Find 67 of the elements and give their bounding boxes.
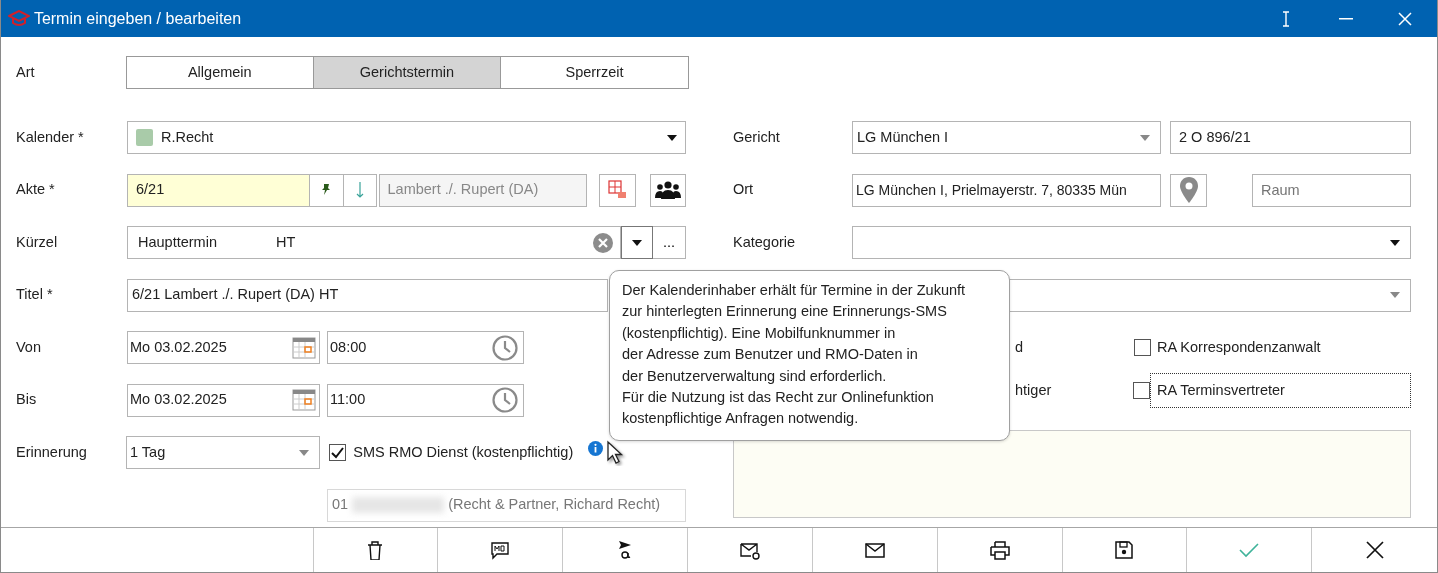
calendar-icon[interactable]: [292, 336, 316, 359]
map-pin-icon: [1178, 176, 1199, 204]
location-field[interactable]: LG München I, Prielmayerstr. 7, 80335 Mün: [852, 173, 1161, 207]
calendar-icon[interactable]: [292, 389, 316, 411]
checkbox-label[interactable]: RA Korrespondenzanwalt: [1157, 336, 1321, 359]
app-icon: [8, 9, 31, 28]
room-field[interactable]: Raum: [1252, 173, 1411, 207]
window-title: Termin eingeben / bearbeiten: [33, 8, 243, 29]
checkbox[interactable]: [1133, 382, 1151, 399]
field-label: Kürzel: [16, 232, 59, 252]
envelope-at-icon: [739, 540, 760, 561]
court-select[interactable]: LG München I: [852, 121, 1161, 154]
dropdown-caret-icon: [632, 239, 643, 246]
field-label: Kategorie: [733, 232, 797, 252]
time-field[interactable]: 08:00: [327, 331, 524, 364]
down-arrow-icon: [355, 182, 364, 198]
field-label: Akte *: [16, 180, 56, 200]
file-number-field[interactable]: 6/21: [127, 173, 310, 207]
envelope-icon: [864, 540, 885, 561]
minimize-icon[interactable]: [1338, 17, 1353, 20]
grid-icon: [606, 180, 629, 200]
field-label: Bis: [16, 390, 38, 410]
field-label: Erinnerung: [16, 442, 88, 462]
info-tooltip: Der Kalenderinhaber erhält für Termine in der Zukunft zur hinterlegten Erinnerung eine Erinnerungs-SMS (kostenpflichtig). Eine Mobilfunknummer in der Adresse zum Benutzer und RMO-Daten in der Benutzerverwaltung sind erforderlich. Für die Nutzung ist das Recht zur Onlinefunktion kostenpflichtige Anfragen notwendig.: [609, 270, 1010, 441]
pin-icon: [321, 184, 332, 196]
field-label: Von: [16, 337, 42, 357]
checkbox-label[interactable]: d: [1015, 336, 1024, 359]
field-label: Gericht: [733, 127, 781, 147]
people-icon: [655, 181, 682, 199]
reminder-select[interactable]: 1 Tag: [126, 436, 320, 469]
date-field[interactable]: Mo 03.02.2025: [127, 331, 320, 364]
title-field[interactable]: 6/21 Lambert ./. Rupert (DA) HT: [127, 278, 608, 312]
checkbox[interactable]: [1134, 339, 1151, 356]
time-field[interactable]: 11:00: [327, 383, 524, 417]
phone-field: 01 (Recht & Partner, Richard Recht): [327, 488, 686, 522]
segment-tab[interactable]: Allgemein: [126, 56, 314, 89]
checkbox-label[interactable]: RA Terminsvertreter: [1150, 372, 1411, 409]
field-label: Art: [16, 62, 36, 82]
pin-button[interactable]: [309, 173, 344, 207]
case-number-field[interactable]: 2 O 896/21: [1170, 121, 1411, 154]
notes-field[interactable]: [733, 430, 1411, 518]
date-field[interactable]: Mo 03.02.2025: [127, 383, 320, 417]
shortcode-field[interactable]: Haupttermin HT: [127, 226, 622, 259]
field-label: Titel *: [16, 285, 54, 305]
calendar-grid-button[interactable]: [599, 173, 637, 207]
dropdown-button[interactable]: [621, 226, 654, 259]
clear-icon[interactable]: [593, 232, 614, 253]
calendar-select[interactable]: R.Recht: [127, 121, 686, 154]
chat-bubble-icon: [490, 540, 511, 561]
map-pin-button[interactable]: [1170, 173, 1207, 207]
close-icon: [1364, 540, 1385, 561]
printer-icon: [989, 540, 1010, 561]
close-icon[interactable]: [1398, 11, 1413, 26]
people-button[interactable]: [650, 173, 686, 207]
clock-icon[interactable]: [492, 334, 518, 361]
segment-tab[interactable]: Sperrzeit: [501, 56, 689, 89]
more-button[interactable]: ...: [653, 226, 686, 259]
checkbox[interactable]: [329, 444, 346, 461]
dropdown-caret-icon[interactable]: [667, 134, 677, 141]
info-icon[interactable]: [588, 441, 604, 456]
field-label: Ort: [733, 180, 755, 200]
clock-icon[interactable]: [492, 387, 518, 413]
field-label: Kalender *: [16, 127, 85, 147]
checkbox-label[interactable]: htiger: [1015, 379, 1052, 402]
segment-tab[interactable]: Gerichtstermin: [313, 56, 502, 89]
dropdown-caret-icon[interactable]: [1390, 239, 1400, 246]
checkbox-label[interactable]: SMS RMO Dienst (kostenpflichtig): [353, 441, 574, 464]
